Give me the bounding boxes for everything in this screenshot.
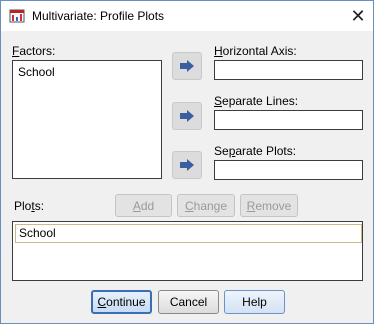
plot-item-school[interactable]: School bbox=[15, 224, 362, 243]
window-title: Multivariate: Profile Plots bbox=[32, 9, 165, 23]
change-button[interactable]: Change bbox=[177, 194, 235, 217]
move-to-separate-plots-button[interactable] bbox=[172, 151, 202, 179]
arrow-right-icon bbox=[180, 60, 194, 72]
factors-listbox[interactable]: School bbox=[12, 60, 162, 179]
spss-app-icon bbox=[9, 8, 25, 24]
plots-listbox[interactable]: School bbox=[12, 221, 363, 281]
separate-lines-label: Separate Lines: bbox=[214, 94, 299, 108]
factors-label: Factors: bbox=[12, 44, 56, 58]
horizontal-axis-field[interactable] bbox=[214, 60, 363, 80]
plots-label: Plots: bbox=[14, 199, 45, 213]
continue-button[interactable]: Continue bbox=[91, 290, 152, 314]
move-to-horizontal-axis-button[interactable] bbox=[172, 52, 202, 80]
help-button[interactable]: Help bbox=[224, 290, 285, 314]
remove-button[interactable]: Remove bbox=[240, 194, 298, 217]
move-to-separate-lines-button[interactable] bbox=[172, 102, 202, 130]
separate-plots-label: Separate Plots: bbox=[214, 144, 297, 158]
close-icon[interactable]: ✕ bbox=[343, 1, 373, 31]
arrow-right-icon bbox=[180, 159, 194, 171]
factor-item-school[interactable]: School bbox=[18, 65, 55, 79]
profile-plots-dialog: Multivariate: Profile Plots ✕ Factors: S… bbox=[0, 0, 374, 324]
cancel-button[interactable]: Cancel bbox=[158, 290, 219, 314]
horizontal-axis-label: Horizontal Axis: bbox=[214, 44, 297, 58]
add-button[interactable]: Add bbox=[115, 194, 172, 217]
arrow-right-icon bbox=[180, 110, 194, 122]
separate-plots-field[interactable] bbox=[214, 160, 363, 180]
separate-lines-field[interactable] bbox=[214, 110, 363, 130]
title-bar: Multivariate: Profile Plots ✕ bbox=[1, 1, 373, 31]
